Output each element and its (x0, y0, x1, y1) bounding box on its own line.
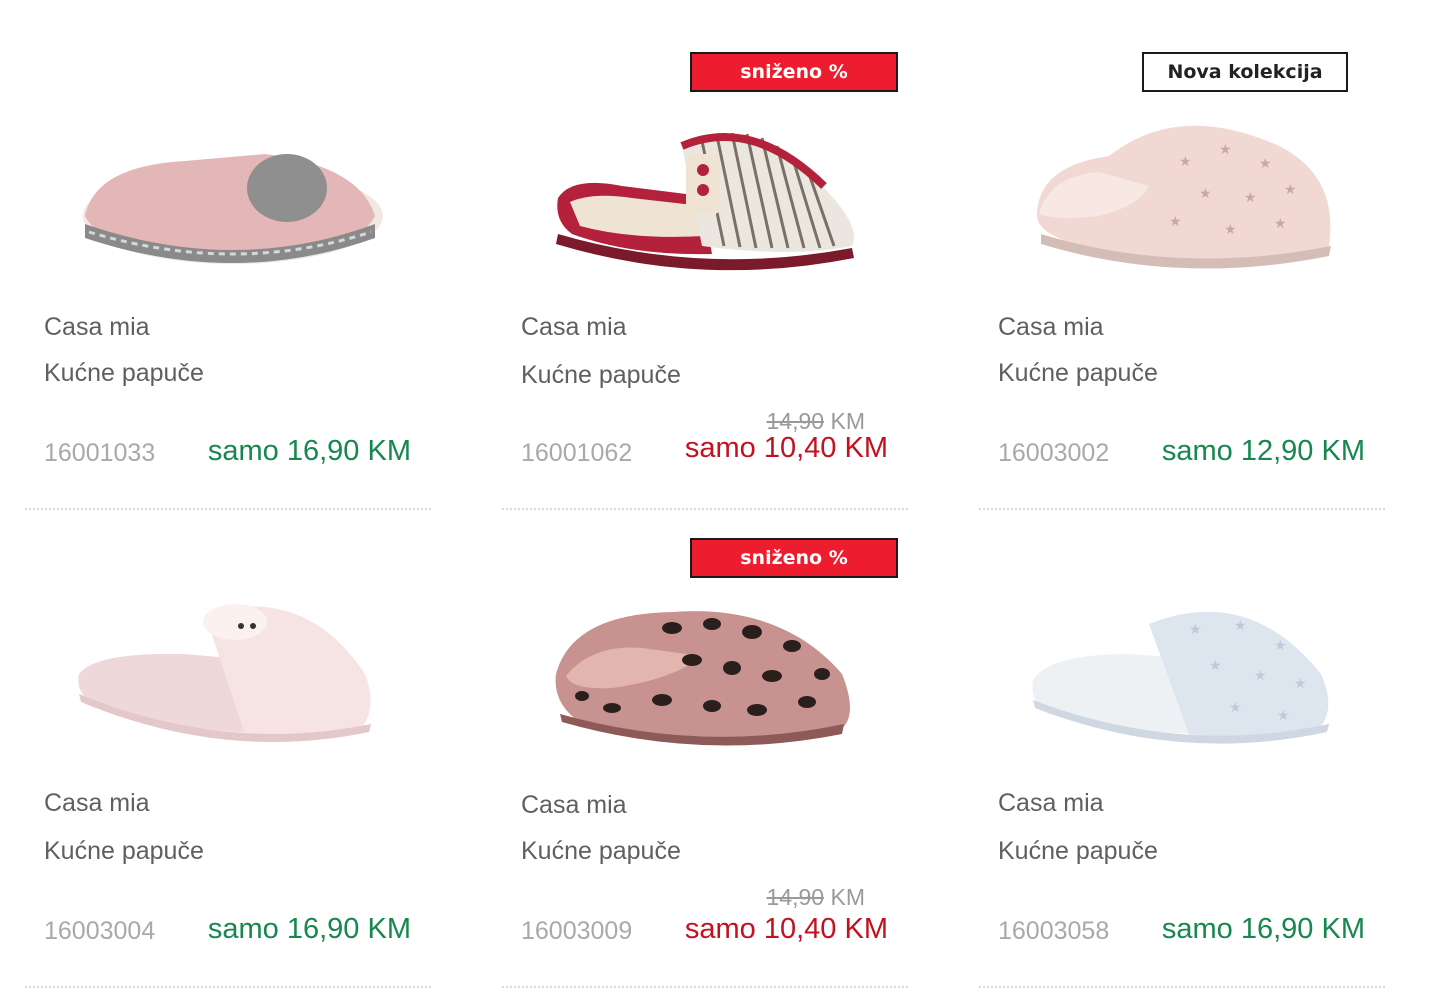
product-name[interactable]: Kućne papuče (998, 837, 1158, 866)
svg-text:★: ★ (1209, 658, 1222, 674)
svg-text:★: ★ (1254, 668, 1267, 684)
product-sku: 16003058 (998, 917, 1110, 945)
product-image[interactable] (552, 584, 862, 784)
product-price: samo 12,90 KM (1161, 435, 1365, 467)
product-sku: 16003002 (998, 439, 1110, 467)
product-name[interactable]: Kućne papuče (521, 361, 681, 390)
svg-text:★: ★ (1284, 182, 1297, 198)
product-card[interactable]: ★ ★ ★ ★ ★ ★ ★ ★ Casa mia Kućne papuče 1600305… (979, 504, 1385, 988)
card-divider (502, 986, 908, 988)
product-sku: 16001062 (521, 439, 633, 467)
product-card[interactable]: ★ ★ ★ ★ ★ ★ ★ ★ ★ Nova kolekcija Casa mia Kućn… (979, 26, 1385, 510)
svg-text:★: ★ (1294, 676, 1307, 692)
svg-text:★: ★ (1244, 190, 1257, 206)
product-brand[interactable]: Casa mia (998, 789, 1104, 818)
product-sku: 16001033 (44, 439, 156, 467)
old-price-unit: KM (830, 884, 866, 910)
svg-text:★: ★ (1169, 214, 1182, 230)
product-price: samo 16,90 KM (207, 435, 411, 467)
product-card[interactable]: Casa mia Kućne papuče 16001033 samo 16,9… (25, 26, 431, 510)
svg-text:★: ★ (1234, 618, 1247, 634)
product-image[interactable]: ★ ★ ★ ★ ★ ★ ★ ★ ★ (1029, 106, 1339, 306)
product-name[interactable]: Kućne papuče (44, 837, 204, 866)
svg-text:★: ★ (1229, 700, 1242, 716)
svg-text:★: ★ (1219, 142, 1232, 158)
new-collection-badge: Nova kolekcija (1142, 52, 1348, 92)
old-price: 14,90 KM (767, 884, 865, 911)
svg-text:★: ★ (1189, 622, 1202, 638)
old-price-value: 14,90 (766, 408, 825, 434)
svg-text:★: ★ (1259, 156, 1272, 172)
product-name[interactable]: Kućne papuče (998, 359, 1158, 388)
product-brand[interactable]: Casa mia (998, 313, 1104, 342)
svg-text:★: ★ (1179, 154, 1192, 170)
product-image[interactable] (552, 106, 862, 306)
svg-text:★: ★ (1277, 708, 1290, 724)
product-name[interactable]: Kućne papuče (521, 837, 681, 866)
product-price: samo 10,40 KM (684, 432, 888, 464)
product-sku: 16003004 (44, 917, 156, 945)
product-price: samo 16,90 KM (1161, 913, 1365, 945)
discount-badge: sniženo % (690, 52, 898, 92)
svg-text:★: ★ (1274, 216, 1287, 232)
product-brand[interactable]: Casa mia (44, 313, 150, 342)
product-image[interactable] (75, 584, 385, 784)
svg-text:★: ★ (1199, 186, 1212, 202)
card-divider (979, 986, 1385, 988)
product-card[interactable]: Casa mia Kućne papuče 16003004 samo 16,9… (25, 504, 431, 988)
product-card[interactable]: sniženo % Casa mia Kućne papuče 14,90 KM… (502, 26, 908, 510)
svg-text:★: ★ (1274, 638, 1287, 654)
product-price: samo 10,40 KM (684, 913, 888, 945)
product-name[interactable]: Kućne papuče (44, 359, 204, 388)
old-price-unit: KM (830, 408, 866, 434)
product-image[interactable]: ★ ★★ ★★ ★ ★ ★ (1029, 584, 1339, 784)
product-image[interactable] (75, 106, 385, 306)
old-price: 14,90 KM (767, 408, 865, 435)
old-price-value: 14,90 (766, 884, 825, 910)
product-sku: 16003009 (521, 917, 633, 945)
card-divider (25, 986, 431, 988)
product-brand[interactable]: Casa mia (44, 789, 150, 818)
product-brand[interactable]: Casa mia (521, 791, 627, 820)
product-price: samo 16,90 KM (207, 913, 411, 945)
svg-text:★: ★ (1224, 222, 1237, 238)
product-brand[interactable]: Casa mia (521, 313, 627, 342)
product-card[interactable]: sniženo % Casa mia Kućne papuče 14,90 KM… (502, 504, 908, 988)
discount-badge: sniženo % (690, 538, 898, 578)
